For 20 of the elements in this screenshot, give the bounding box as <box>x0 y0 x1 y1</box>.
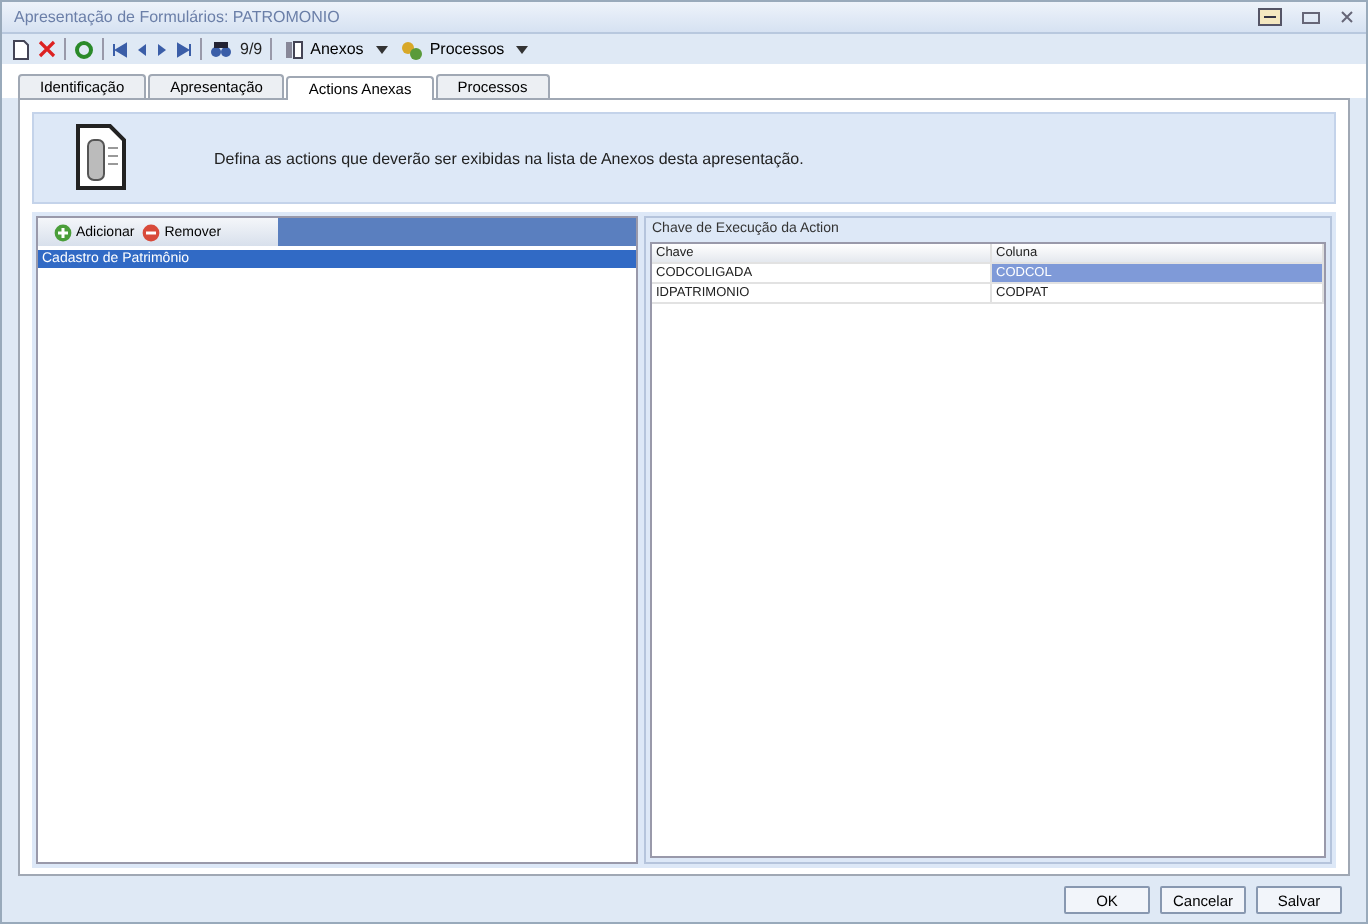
anexos-button[interactable]: Anexos <box>280 39 368 59</box>
first-icon[interactable] <box>112 41 128 57</box>
next-icon[interactable] <box>156 41 168 57</box>
last-icon[interactable] <box>176 41 192 57</box>
processos-button[interactable]: Processos <box>395 39 509 59</box>
dropdown-icon[interactable] <box>516 45 529 53</box>
dropdown-icon[interactable] <box>375 45 388 53</box>
previous-icon[interactable] <box>136 41 148 57</box>
window-title: Apresentação de Formulários: PATROMONIO <box>14 8 340 26</box>
delete-icon[interactable] <box>38 40 56 58</box>
header-text: Defina as actions que deverão ser exibidas na lista de Anexos desta apresentação. <box>214 149 804 167</box>
remove-icon <box>142 223 161 241</box>
maximize-icon[interactable] <box>1302 11 1320 23</box>
close-icon[interactable] <box>1340 10 1354 24</box>
add-icon <box>54 223 72 241</box>
new-icon[interactable] <box>12 39 30 59</box>
document-icon <box>70 124 126 192</box>
restore-icon[interactable] <box>1258 8 1282 26</box>
record-counter: 9/9 <box>240 40 263 58</box>
binoculars-icon[interactable] <box>210 40 232 58</box>
